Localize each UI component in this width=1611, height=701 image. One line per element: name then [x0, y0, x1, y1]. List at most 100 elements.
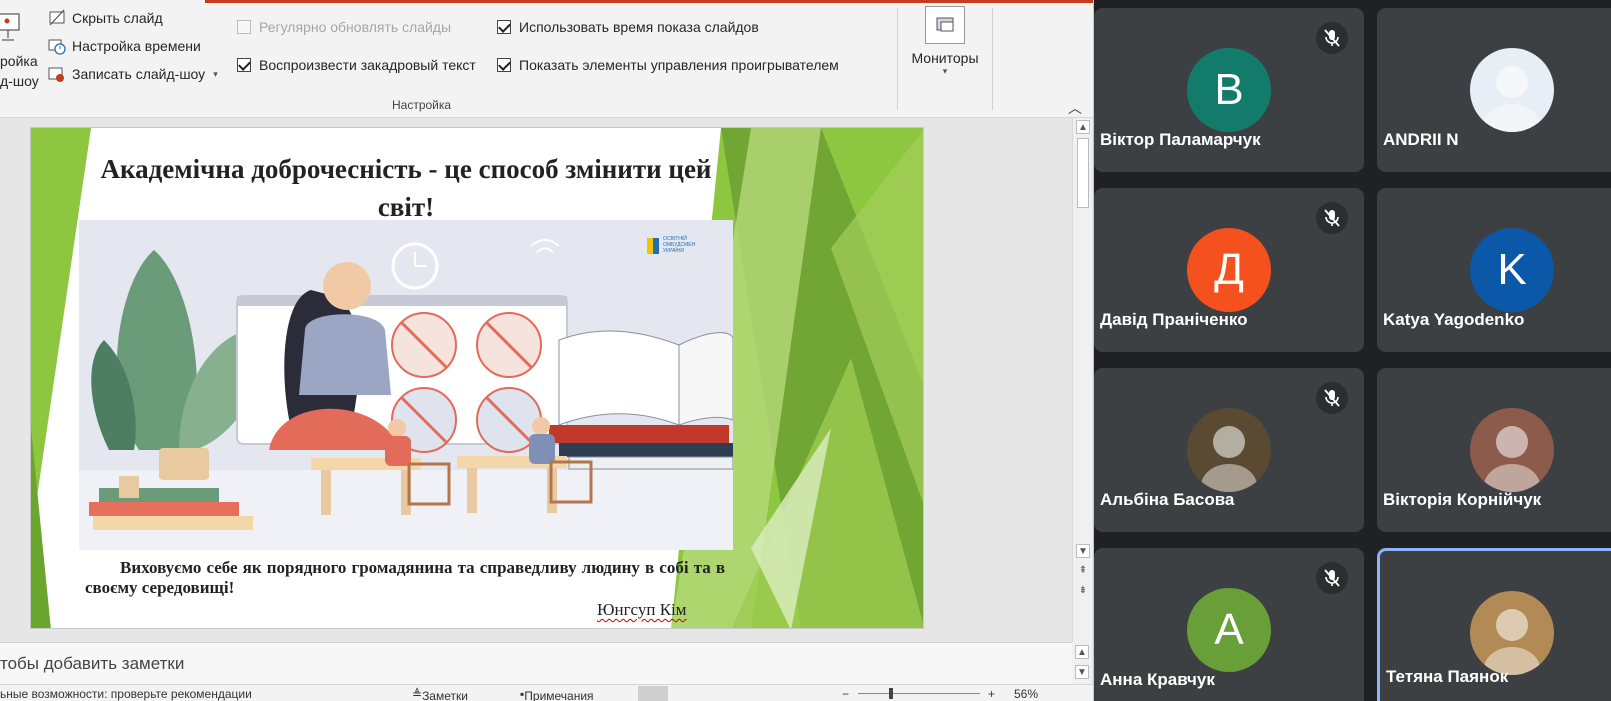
participant-tile[interactable]: Тетяна Паянок: [1377, 548, 1611, 701]
notes-pane[interactable]: тобы добавить заметки: [0, 642, 1072, 684]
slide-author[interactable]: Юнгсуп Кім: [597, 600, 687, 620]
avatar-initial: Д: [1214, 245, 1244, 294]
participant-tile[interactable]: Альбіна Басова: [1094, 368, 1364, 532]
comments-toggle[interactable]: ▪ Примечания: [520, 687, 594, 701]
mic-off-icon: [1316, 562, 1348, 594]
notes-placeholder[interactable]: тобы добавить заметки: [0, 654, 184, 674]
rehearse-timings-button[interactable]: Настройка времени: [48, 37, 201, 55]
notes-scrollbar[interactable]: ▲ ▼: [1072, 642, 1092, 684]
participant-name: Анна Кравчук: [1100, 670, 1215, 689]
participant-name: ANDRII N: [1383, 130, 1459, 149]
show-media-controls-checkbox[interactable]: Показать элементы управления проигрывате…: [497, 57, 839, 73]
zoom-in-icon[interactable]: +: [988, 687, 995, 701]
use-timings-checkbox[interactable]: Использовать время показа слайдов: [497, 19, 759, 35]
slide-title[interactable]: Академічна доброчесність - це способ змі…: [91, 150, 721, 226]
participant-name: Тетяна Паянок: [1386, 667, 1509, 686]
participant-avatar: А: [1187, 588, 1271, 672]
collapse-ribbon-icon[interactable]: ︿: [1068, 98, 1082, 118]
record-slideshow-label: Записать слайд-шоу: [72, 66, 206, 82]
hide-slide-button[interactable]: Скрыть слайд: [48, 9, 163, 27]
show-media-controls-box[interactable]: [497, 58, 511, 72]
zoom-slider-thumb[interactable]: [889, 688, 893, 699]
participant-avatar: K: [1470, 228, 1554, 312]
slide-illustration[interactable]: ОСВІТНІЙ ОМБУДСМЕН УКРАЇНИ: [79, 220, 734, 550]
monitors-icon: [925, 6, 965, 44]
avatar-photo-icon: [1484, 426, 1540, 492]
video-call-grid: В Віктор Паламарчук ANDRII N Д Давід Праніче…: [1094, 0, 1611, 701]
participant-tile[interactable]: Вікторія Корнійчук: [1377, 368, 1611, 532]
monitors-button[interactable]: Мониторы ▾: [903, 6, 987, 92]
keep-updated-label: Регулярно обновлять слайды: [259, 19, 452, 35]
participant-tile[interactable]: K Katya Yagodenko: [1377, 188, 1611, 352]
participant-name: Давід Праніченко: [1100, 310, 1248, 329]
mic-off-icon: [1316, 382, 1348, 414]
normal-view-button[interactable]: [638, 686, 668, 701]
scroll-down-icon[interactable]: ▼: [1075, 665, 1089, 679]
avatar-initial: А: [1214, 605, 1244, 654]
avatar-initial: K: [1497, 245, 1527, 294]
participant-name: Альбіна Басова: [1100, 490, 1235, 509]
play-narrations-box[interactable]: [237, 58, 251, 72]
status-bar: ьные возможности: проверьте рекомендации…: [0, 684, 1093, 701]
record-slideshow-button[interactable]: Записать слайд-шоу ▾: [48, 65, 218, 83]
participant-name: Віктор Паламарчук: [1100, 130, 1261, 149]
scroll-up-icon[interactable]: ▲: [1076, 120, 1090, 134]
play-narrations-checkbox[interactable]: Воспроизвести закадровый текст: [237, 57, 476, 73]
participant-avatar: В: [1187, 48, 1271, 132]
participant-tile[interactable]: А Анна Кравчук: [1094, 548, 1364, 701]
ribbon-divider: [897, 8, 898, 110]
slide-scrollbar[interactable]: ▲ ▼ ⇞ ⇟: [1072, 118, 1092, 642]
participant-tile[interactable]: ANDRII N: [1377, 8, 1611, 172]
chevron-down-icon[interactable]: ▾: [213, 69, 218, 80]
avatar-photo-icon: [1201, 426, 1257, 492]
use-timings-label: Использовать время показа слайдов: [519, 19, 759, 35]
chevron-down-icon: ▾: [942, 66, 948, 76]
scroll-down-icon[interactable]: ▼: [1076, 544, 1090, 558]
ribbon: ройка д-шоу Скрыть слайд Настройка време…: [0, 0, 1093, 118]
logo-caption: ОСВІТНІЙ ОМБУДСМЕН УКРАЇНИ: [663, 236, 696, 254]
accessibility-status[interactable]: ьные возможности: проверьте рекомендации: [0, 687, 252, 701]
slide-body-text[interactable]: Виховуємо себе як порядного громадянина …: [85, 558, 725, 598]
zoom-slider[interactable]: [858, 693, 980, 694]
slideshow-view-button[interactable]: [794, 686, 824, 701]
setup-slideshow-label-2: д-шоу: [0, 73, 39, 89]
setup-slideshow-button[interactable]: ройка д-шоу: [0, 8, 44, 92]
slide-canvas[interactable]: Академічна доброчесність - це способ змі…: [30, 127, 924, 629]
zoom-level[interactable]: 56%: [1014, 687, 1038, 701]
avatar-photo-icon: [1484, 66, 1540, 132]
play-narrations-label: Воспроизвести закадровый текст: [259, 57, 476, 73]
setup-slideshow-label-1: ройка: [0, 53, 38, 69]
rehearse-timings-icon: [48, 37, 66, 55]
comments-toggle-label: Примечания: [524, 689, 594, 701]
use-timings-box[interactable]: [497, 20, 511, 34]
keep-updated-checkbox[interactable]: Регулярно обновлять слайды: [237, 19, 451, 35]
participant-name: Вікторія Корнійчук: [1383, 490, 1542, 509]
teacher-classroom-illustration: [79, 220, 734, 550]
previous-slide-icon[interactable]: ⇞: [1076, 564, 1090, 578]
participant-avatar: [1187, 408, 1271, 492]
show-media-controls-label: Показать элементы управления проигрывате…: [519, 57, 839, 73]
mic-off-icon: [1316, 22, 1348, 54]
setup-slideshow-icon: [0, 13, 20, 41]
ribbon-accent-bar: [205, 0, 1093, 3]
participant-avatar: [1470, 591, 1554, 675]
avatar-initial: В: [1214, 65, 1244, 114]
notes-toggle-label: Заметки: [422, 689, 468, 701]
participant-tile[interactable]: Д Давід Праніченко: [1094, 188, 1364, 352]
ribbon-divider: [992, 8, 993, 110]
monitors-label: Мониторы: [911, 50, 979, 66]
participant-avatar: Д: [1187, 228, 1271, 312]
zoom-out-icon[interactable]: −: [842, 687, 849, 701]
reading-view-button[interactable]: [742, 686, 772, 701]
powerpoint-window: ройка д-шоу Скрыть слайд Настройка време…: [0, 0, 1094, 701]
screen: ройка д-шоу Скрыть слайд Настройка време…: [0, 0, 1611, 701]
notes-toggle[interactable]: ≜ Заметки: [412, 687, 468, 701]
keep-updated-box[interactable]: [237, 20, 251, 34]
slide-sorter-button[interactable]: [690, 686, 720, 701]
group-label-setup: Настройка: [392, 98, 452, 112]
scroll-up-icon[interactable]: ▲: [1075, 645, 1089, 659]
participant-avatar: [1470, 408, 1554, 492]
next-slide-icon[interactable]: ⇟: [1076, 584, 1090, 598]
scroll-thumb[interactable]: [1077, 138, 1089, 208]
participant-tile[interactable]: В Віктор Паламарчук: [1094, 8, 1364, 172]
